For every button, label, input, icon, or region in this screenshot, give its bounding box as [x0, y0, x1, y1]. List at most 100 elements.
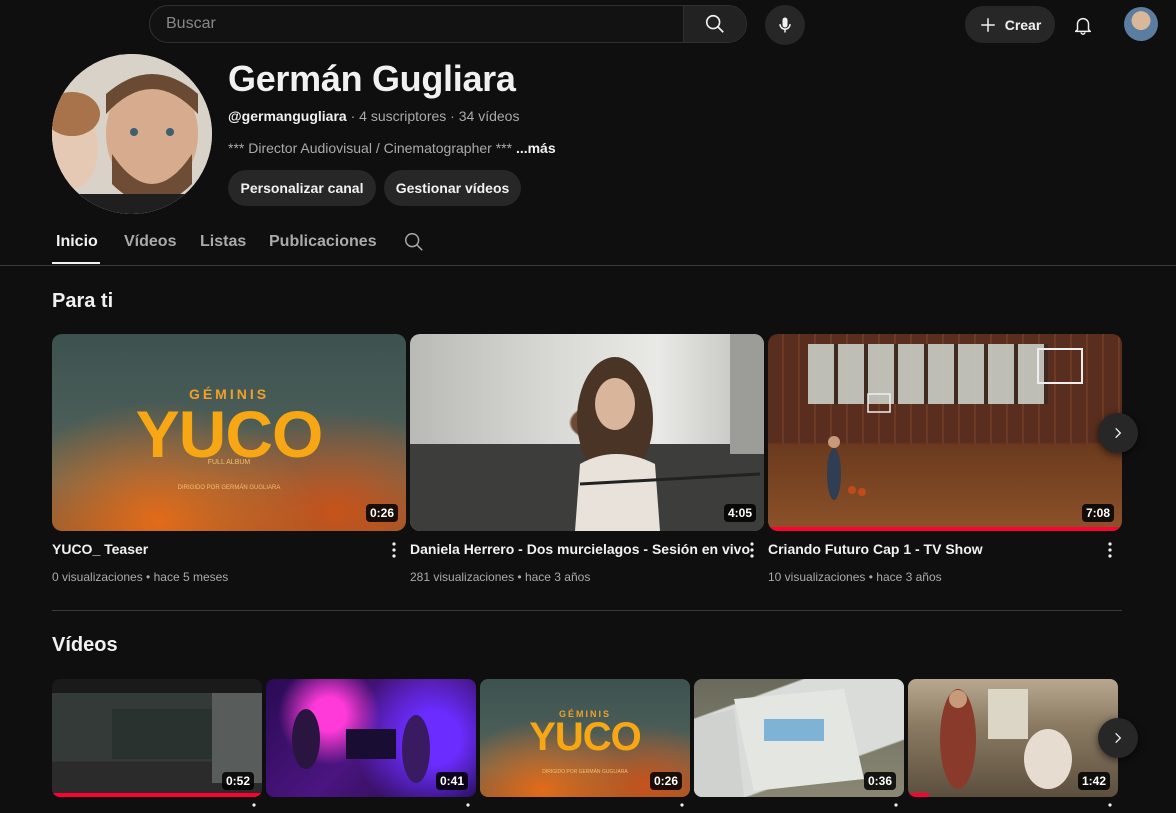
more-link[interactable]: ...más	[516, 140, 556, 156]
channel-description[interactable]: *** Director Audiovisual / Cinematograph…	[228, 140, 556, 156]
meta-dot: •	[514, 570, 525, 584]
tab-playlists[interactable]: Listas	[200, 233, 246, 251]
more-vertical-icon	[392, 542, 396, 558]
video-thumbnail[interactable]: 7:08	[768, 334, 1122, 531]
more-vertical-icon[interactable]	[676, 803, 688, 813]
video-title[interactable]: Criando Futuro Cap 1 - TV Show	[768, 541, 983, 557]
more-actions-button[interactable]	[746, 539, 758, 561]
tab-videos[interactable]: Vídeos	[124, 233, 176, 251]
account-avatar[interactable]	[1124, 7, 1158, 41]
video-card[interactable]: 0:41	[266, 679, 476, 807]
more-vertical-icon	[750, 542, 754, 558]
description-text: *** Director Audiovisual / Cinematograph…	[228, 140, 513, 156]
video-thumbnail[interactable]: 0:36	[694, 679, 904, 797]
voice-search-button[interactable]	[765, 5, 805, 45]
video-count: 34 vídeos	[458, 108, 520, 124]
more-actions-button[interactable]	[1104, 539, 1116, 561]
thumb-gym-art	[827, 348, 1083, 500]
search-box	[149, 5, 747, 43]
section-divider	[52, 610, 1122, 611]
more-actions-button[interactable]	[388, 539, 400, 561]
watch-progress-bar	[908, 793, 929, 797]
more-vertical-icon	[1108, 542, 1112, 558]
upload-age: hace 3 años	[876, 570, 942, 584]
channel-avatar-image	[52, 54, 212, 214]
manage-videos-button[interactable]: Gestionar vídeos	[384, 170, 521, 206]
channel-name: Germán Gugliara	[228, 58, 516, 99]
video-title[interactable]: Daniela Herrero - Dos murcielagos - Sesi…	[410, 541, 750, 557]
video-meta: 10 visualizaciones • hace 3 años	[768, 570, 942, 584]
section-title-videos: Vídeos	[52, 634, 118, 656]
video-card[interactable]: 1:42	[908, 679, 1118, 807]
video-duration: 4:05	[723, 504, 756, 522]
subscriber-count: 4 suscriptores	[359, 108, 447, 124]
view-count: 0 visualizaciones	[52, 570, 143, 584]
section-title-for-you: Para ti	[52, 290, 114, 312]
video-card[interactable]: 0:52	[52, 679, 262, 807]
search-icon	[705, 14, 724, 33]
video-card[interactable]: 0:36	[694, 679, 904, 807]
more-vertical-icon[interactable]	[248, 803, 260, 813]
channel-handle[interactable]: @germangugliara	[228, 108, 347, 124]
meta-separator: ·	[446, 108, 459, 124]
carousel-next-button[interactable]	[1098, 413, 1138, 453]
channel-search-button[interactable]	[403, 231, 425, 258]
create-button[interactable]: Crear	[965, 6, 1055, 43]
meta-dot: •	[142, 570, 154, 584]
video-duration: 0:41	[435, 772, 468, 790]
chevron-right-icon	[1115, 732, 1122, 744]
video-thumbnail[interactable]: GÉMINIS YUCO DIRIGIDO POR GERMÁN GUGLIAR…	[480, 679, 690, 797]
chevron-right-icon	[1115, 427, 1122, 439]
tabs-divider	[0, 265, 1176, 266]
watch-progress-bar	[768, 527, 1122, 531]
active-tab-indicator	[52, 262, 100, 264]
meta-dot: •	[865, 570, 877, 584]
thumb-title-text: YUCO	[529, 715, 642, 759]
video-thumbnail[interactable]: 0:41	[266, 679, 476, 797]
tab-home[interactable]: Inicio	[56, 233, 98, 251]
thumb-subtitle-text: FULL ALBUM	[207, 459, 251, 466]
video-title[interactable]: YUCO_ Teaser	[52, 541, 148, 557]
more-vertical-icon[interactable]	[1104, 803, 1116, 813]
carousel-next-button[interactable]	[1098, 718, 1138, 758]
video-thumbnail[interactable]: GÉMINIS YUCO FULL ALBUM DIRIGIDO POR GER…	[52, 334, 406, 531]
tab-posts[interactable]: Publicaciones	[269, 233, 377, 251]
plus-icon	[980, 17, 995, 32]
channel-avatar	[52, 54, 212, 214]
microphone-icon	[779, 17, 791, 33]
video-meta: 0 visualizaciones • hace 5 meses	[52, 570, 228, 584]
video-thumbnail[interactable]: 4:05	[410, 334, 764, 531]
video-duration: 0:36	[863, 772, 896, 790]
create-label: Crear	[1004, 16, 1042, 33]
video-meta: 281 visualizaciones • hace 3 años	[410, 570, 590, 584]
video-card[interactable]: 7:08 Criando Futuro Cap 1 - TV Show 10 v…	[768, 334, 1122, 584]
search-input[interactable]	[150, 6, 686, 42]
thumb-singer-art	[410, 334, 764, 531]
customize-channel-button[interactable]: Personalizar canal	[228, 170, 376, 206]
video-duration: 7:08	[1081, 504, 1114, 522]
channel-meta: @germangugliara · 4 suscriptores · 34 ví…	[228, 108, 519, 124]
upload-age: hace 5 meses	[153, 570, 229, 584]
view-count: 281 visualizaciones	[410, 570, 515, 584]
video-card[interactable]: 4:05 Daniela Herrero - Dos murcielagos -…	[410, 334, 764, 584]
more-vertical-icon[interactable]	[462, 803, 474, 813]
bell-icon	[1074, 17, 1092, 35]
upload-age: hace 3 años	[524, 570, 591, 584]
meta-separator: ·	[346, 108, 360, 124]
video-duration: 1:42	[1077, 772, 1110, 790]
search-icon	[405, 233, 423, 251]
video-thumbnail[interactable]: 0:52	[52, 679, 262, 797]
video-duration: 0:26	[649, 772, 682, 790]
video-duration: 0:52	[221, 772, 254, 790]
thumb-credit-text: DIRIGIDO POR GERMÁN GUGLIARA	[177, 485, 281, 491]
more-vertical-icon[interactable]	[890, 803, 902, 813]
search-button[interactable]	[683, 6, 746, 42]
video-card[interactable]: GÉMINIS YUCO FULL ALBUM DIRIGIDO POR GER…	[52, 334, 406, 584]
view-count: 10 visualizaciones	[768, 570, 866, 584]
watch-progress-bar	[52, 793, 262, 797]
video-card[interactable]: GÉMINIS YUCO DIRIGIDO POR GERMÁN GUGLIAR…	[480, 679, 690, 807]
top-bar: Crear	[0, 0, 1176, 50]
video-thumbnail[interactable]: 1:42	[908, 679, 1118, 797]
video-duration: 0:26	[365, 504, 398, 522]
notifications-button[interactable]	[1063, 5, 1103, 45]
